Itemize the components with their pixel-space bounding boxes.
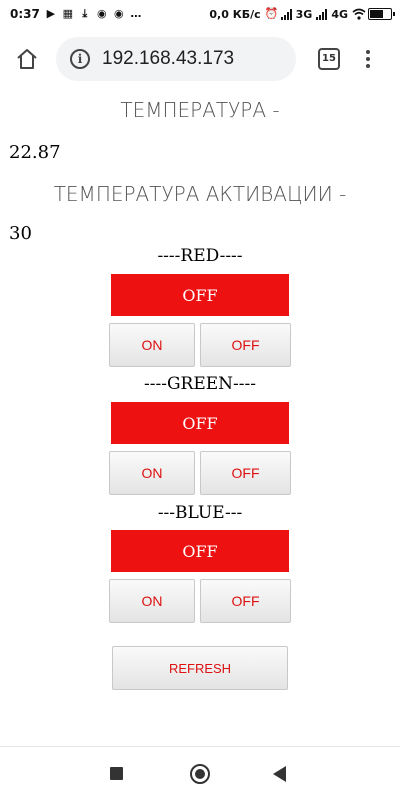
green-state: OFF [111,402,289,444]
red-state: OFF [111,274,289,316]
chrome-icon: ◉ [114,7,124,20]
more-notifications-icon: … [130,7,142,20]
red-header: ----RED---- [157,246,243,266]
chrome-icon: ◉ [97,7,107,20]
recents-icon[interactable] [110,767,123,780]
tabs-button[interactable]: 15 [318,48,340,70]
browser-toolbar: i 192.168.43.173 15 [0,30,400,88]
download-icon: ⤓ [82,7,88,20]
temperature-label: ТЕМПЕРАТУРА - [120,98,280,122]
activation-temperature-value: 30 [9,223,32,244]
home-button[interactable] [8,40,46,78]
signal-icon [280,8,292,20]
alarm-icon: ⏰ [264,7,279,20]
blue-on-button[interactable]: ON [109,579,195,623]
blue-header: ---BLUE--- [157,503,243,523]
temperature-value: 22.87 [9,142,61,163]
back-icon[interactable] [273,766,286,782]
network-3g: 3G [295,7,313,21]
wifi-icon [352,8,366,20]
green-header: ----GREEN---- [143,374,257,394]
qr-icon: ▦ [62,7,74,20]
menu-icon[interactable] [358,44,378,74]
status-bar: 0:37 ▶ ▦ ⤓ ◉ ◉ … 0,0 КБ/с ⏰ 3G 4G [0,0,400,28]
blue-state: OFF [111,530,289,572]
battery-icon [368,8,395,20]
home-nav-icon[interactable] [190,764,210,784]
youtube-icon: ▶ [46,7,56,20]
info-icon[interactable]: i [70,49,90,69]
network-speed: 0,0 КБ/с [209,7,261,21]
red-off-button[interactable]: OFF [200,323,291,367]
red-on-button[interactable]: ON [109,323,195,367]
url-text[interactable]: 192.168.43.173 [102,48,234,70]
refresh-button[interactable]: REFRESH [112,646,288,690]
signal-icon [316,8,328,20]
green-on-button[interactable]: ON [109,451,195,495]
green-off-button[interactable]: OFF [200,451,291,495]
status-time: 0:37 [10,7,40,21]
home-icon [17,49,37,69]
url-bar[interactable]: i 192.168.43.173 [56,37,296,81]
network-4g: 4G [331,7,348,21]
page-content: ТЕМПЕРАТУРА - 22.87 ТЕМПЕРАТУРА АКТИВАЦИ… [0,90,400,745]
blue-off-button[interactable]: OFF [200,579,291,623]
navigation-bar [0,746,400,800]
activation-temperature-label: ТЕМПЕРАТУРА АКТИВАЦИИ - [53,182,347,206]
